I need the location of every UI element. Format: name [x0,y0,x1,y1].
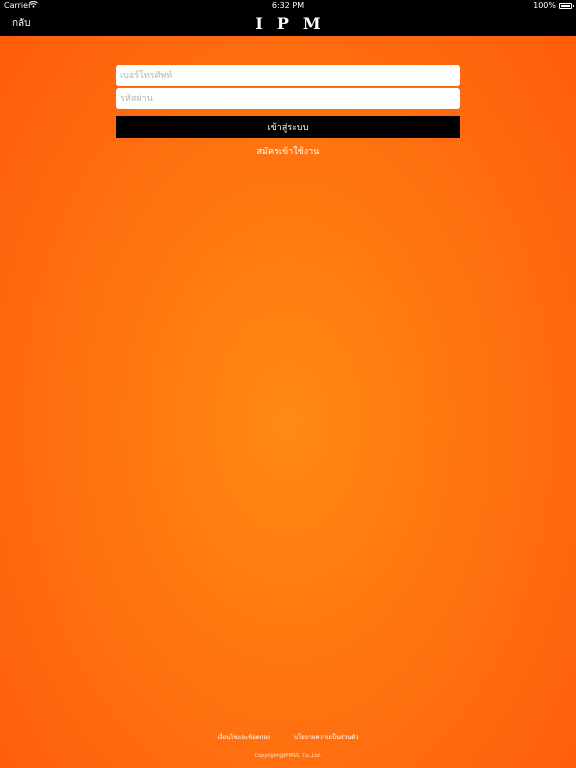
login-button[interactable]: เข้าสู่ระบบ [116,116,460,138]
status-time: 6:32 PM [271,1,305,10]
register-link[interactable]: สมัครเข้าใช้งาน [0,144,576,158]
navigation-bar: กลับ IPM [0,12,576,36]
app-logo: IPM [255,14,335,33]
footer-links: เงื่อนไขและข้อตกลง นโยบายความเป็นส่วนตัว [0,732,576,742]
battery-icon [559,3,574,9]
battery-percentage: 100% [533,1,556,10]
privacy-policy-link[interactable]: นโยบายความเป็นส่วนตัว [294,732,359,742]
copyright-text: Copyright@IPMSS. Co.,Ltd. [254,753,322,759]
password-input[interactable] [116,88,460,109]
terms-link[interactable]: เงื่อนไขและข้อตกลง [218,732,270,742]
status-bar: Carrier 6:32 PM 100% [0,0,576,12]
phone-number-input[interactable] [116,65,460,86]
